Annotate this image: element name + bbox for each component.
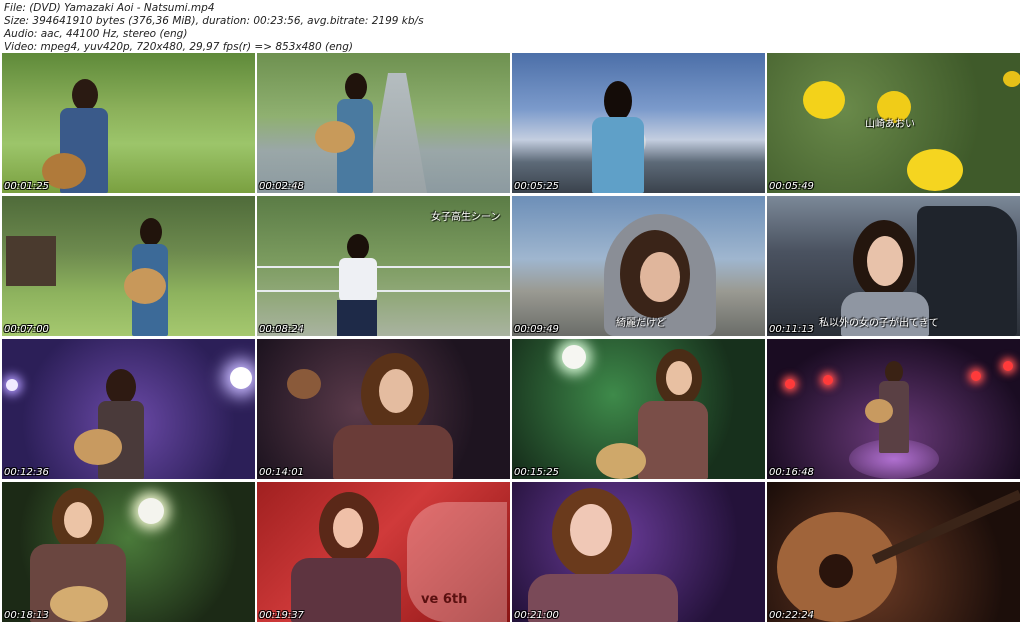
audio-info: Audio: aac, 44100 Hz, stereo (eng) (4, 28, 188, 40)
thumbnail-3[interactable]: 00:05:25 (512, 53, 765, 193)
thumbnail-8[interactable]: 私以外の女の子が出てきて 00:11:13 (767, 196, 1020, 336)
timestamp: 00:14:01 (259, 467, 304, 478)
subtitle-text: 綺麗だけど (616, 318, 666, 329)
thumbnail-1[interactable]: 00:01:25 (2, 53, 255, 193)
thumbnail-4[interactable]: 山崎あおい 00:05:49 (767, 53, 1020, 193)
thumbnail-10[interactable]: 00:14:01 (257, 339, 510, 479)
timestamp: 00:02:48 (259, 181, 304, 192)
thumbnail-15[interactable]: 00:21:00 (512, 482, 765, 622)
timestamp: 00:22:24 (769, 610, 814, 621)
timestamp: 00:11:13 (769, 324, 814, 335)
guitar (865, 399, 893, 423)
guitar (74, 429, 122, 465)
timestamp: 00:07:00 (4, 324, 49, 335)
girl-silhouette (592, 117, 644, 193)
student-on-bicycle (339, 258, 377, 302)
thumbnail-9[interactable]: 00:12:36 (2, 339, 255, 479)
guitar (124, 268, 166, 304)
singer-figure (638, 401, 708, 479)
thumbnail-14[interactable]: ve 6th 00:19:37 (257, 482, 510, 622)
thumbnail-7[interactable]: 綺麗だけど 00:09:49 (512, 196, 765, 336)
scene-garden-guitar (2, 53, 255, 193)
singer-figure (333, 425, 453, 479)
timestamp: 00:05:25 (514, 181, 559, 192)
timestamp: 00:09:49 (514, 324, 559, 335)
thumbnail-2[interactable]: 00:02:48 (257, 53, 510, 193)
thumbnail-16[interactable]: 00:22:24 (767, 482, 1020, 622)
thumbnail-13[interactable]: 00:18:13 (2, 482, 255, 622)
file-size: Size: 394641910 bytes (376,36 MiB), dura… (4, 15, 424, 27)
timestamp: 00:12:36 (4, 467, 49, 478)
timestamp: 00:08:24 (259, 324, 304, 335)
guitar (315, 121, 355, 153)
timestamp: 00:19:37 (259, 610, 304, 621)
stage-banner-text: ve 6th (421, 592, 468, 607)
thumbnail-grid: 00:01:25 00:02:48 00:05:25 山崎あおい 00:05:4… (2, 53, 1022, 623)
thumbnail-5[interactable]: 00:07:00 (2, 196, 255, 336)
file-name: File: (DVD) Yamazaki Aoi - Natsumi.mp4 (4, 2, 215, 14)
timestamp: 00:05:49 (769, 181, 814, 192)
thumbnail-6[interactable]: 女子高生シーン 00:08:24 (257, 196, 510, 336)
thumbnail-12[interactable]: 00:16:48 (767, 339, 1020, 479)
guitar (596, 443, 646, 479)
thumbnail-11[interactable]: 00:15:25 (512, 339, 765, 479)
timestamp: 00:15:25 (514, 467, 559, 478)
subtitle-text: 女子高生シーン (431, 212, 501, 223)
singer-figure (291, 558, 401, 622)
subtitle-text: 山崎あおい (865, 119, 915, 130)
timestamp: 00:21:00 (514, 610, 559, 621)
guitar (50, 586, 108, 622)
timestamp: 00:16:48 (769, 467, 814, 478)
timestamp: 00:18:13 (4, 610, 49, 621)
timestamp: 00:01:25 (4, 181, 49, 192)
file-info: File: (DVD) Yamazaki Aoi - Natsumi.mp4 S… (4, 2, 424, 54)
subtitle-text: 私以外の女の子が出てきて (819, 318, 939, 329)
